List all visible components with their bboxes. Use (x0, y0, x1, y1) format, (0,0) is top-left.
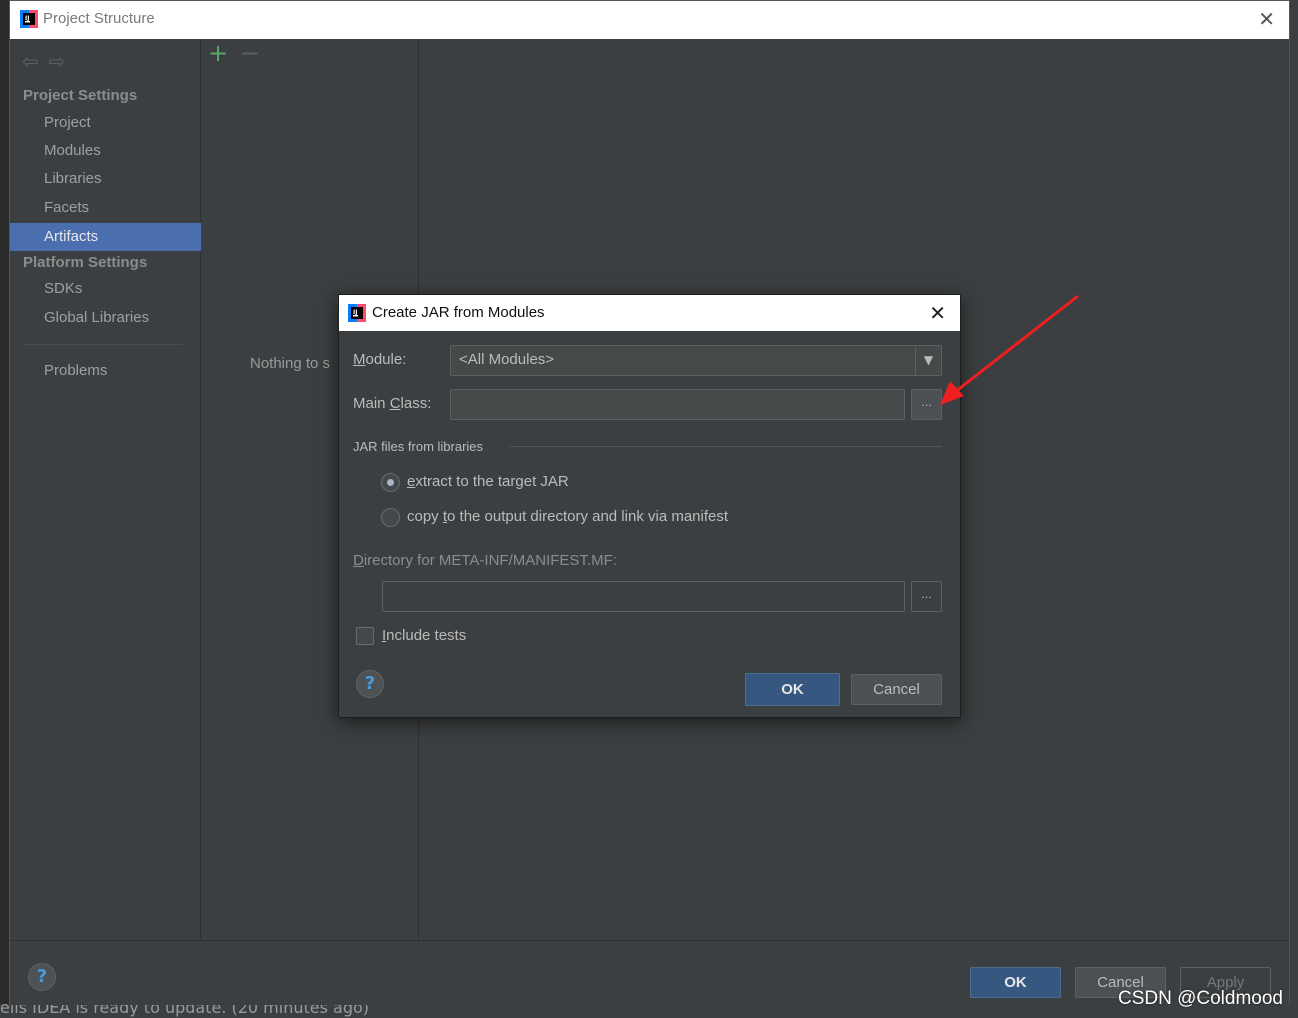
annotation-arrow-line (954, 294, 1079, 394)
annotation-arrow-head (940, 381, 964, 405)
watermark-text: CSDN @Coldmood (1117, 988, 1283, 1009)
annotation-overlay (940, 294, 1079, 405)
